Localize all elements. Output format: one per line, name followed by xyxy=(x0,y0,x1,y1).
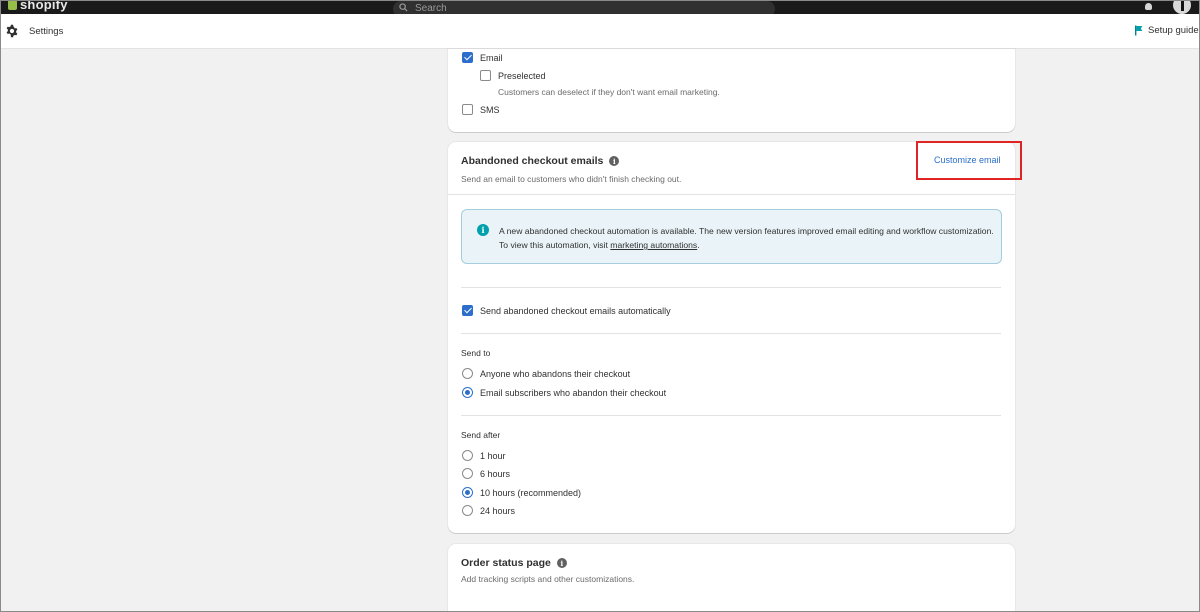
radio-button[interactable] xyxy=(462,368,473,379)
shopify-logo[interactable]: shopify xyxy=(8,0,68,12)
info-icon[interactable]: i xyxy=(609,156,620,166)
divider xyxy=(461,415,1001,416)
send-to-option-anyone[interactable]: Anyone who abandons their checkout xyxy=(462,368,630,379)
send-to-label: Send to xyxy=(461,348,491,358)
marketing-automations-link[interactable]: marketing automations xyxy=(610,240,697,250)
auto-send-checkbox-row[interactable]: Send abandoned checkout emails automatic… xyxy=(462,305,671,316)
radio-button[interactable] xyxy=(462,468,473,479)
send-to-option-subscribers[interactable]: Email subscribers who abandon their chec… xyxy=(462,387,666,398)
email-checkbox-row[interactable]: Email xyxy=(462,52,503,63)
divider xyxy=(448,194,1015,195)
radio-button[interactable] xyxy=(462,450,473,461)
info-banner: i A new abandoned checkout automation is… xyxy=(461,209,1002,264)
preselected-hint: Customers can deselect if they don't wan… xyxy=(498,87,720,97)
gear-icon xyxy=(6,24,18,38)
customize-email-link[interactable]: Customize email xyxy=(934,155,1001,165)
send-after-option-6h[interactable]: 6 hours xyxy=(462,468,510,479)
send-after-option-1h[interactable]: 1 hour xyxy=(462,450,506,461)
settings-header: Settings Setup guide xyxy=(0,14,1200,49)
abandoned-checkout-subtitle: Send an email to customers who didn't fi… xyxy=(461,174,682,184)
flag-icon xyxy=(1135,25,1143,36)
abandoned-checkout-heading: Abandoned checkout emails i xyxy=(461,155,620,167)
shopify-bag-icon xyxy=(8,0,17,10)
send-after-label: Send after xyxy=(461,430,501,440)
email-checkbox[interactable] xyxy=(462,52,473,63)
divider xyxy=(461,333,1001,334)
send-after-option-10h[interactable]: 10 hours (recommended) xyxy=(462,487,581,498)
preselected-checkbox[interactable] xyxy=(480,70,491,81)
page-title: Settings xyxy=(29,26,64,37)
radio-button[interactable] xyxy=(462,487,473,498)
notifications-icon[interactable] xyxy=(1145,3,1152,10)
auto-send-checkbox[interactable] xyxy=(462,305,473,316)
avatar[interactable] xyxy=(1171,0,1193,14)
order-status-heading: Order status page i xyxy=(461,557,567,569)
admin-top-bar: shopify Search xyxy=(0,0,1200,14)
sms-checkbox-row[interactable]: SMS xyxy=(462,104,500,115)
order-status-subtitle: Add tracking scripts and other customiza… xyxy=(461,574,635,584)
info-icon[interactable]: i xyxy=(556,558,567,568)
preselected-checkbox-row[interactable]: Preselected xyxy=(480,70,546,81)
radio-button[interactable] xyxy=(462,505,473,516)
divider xyxy=(461,287,1001,288)
banner-text: A new abandoned checkout automation is a… xyxy=(499,226,994,250)
abandoned-checkout-card xyxy=(448,142,1015,533)
radio-button[interactable] xyxy=(462,387,473,398)
send-after-option-24h[interactable]: 24 hours xyxy=(462,505,515,516)
setup-guide-button[interactable]: Setup guide xyxy=(1134,25,1199,36)
sms-checkbox[interactable] xyxy=(462,104,473,115)
info-icon: i xyxy=(477,224,489,236)
search-icon xyxy=(399,3,408,12)
global-search-input[interactable]: Search xyxy=(393,1,775,14)
